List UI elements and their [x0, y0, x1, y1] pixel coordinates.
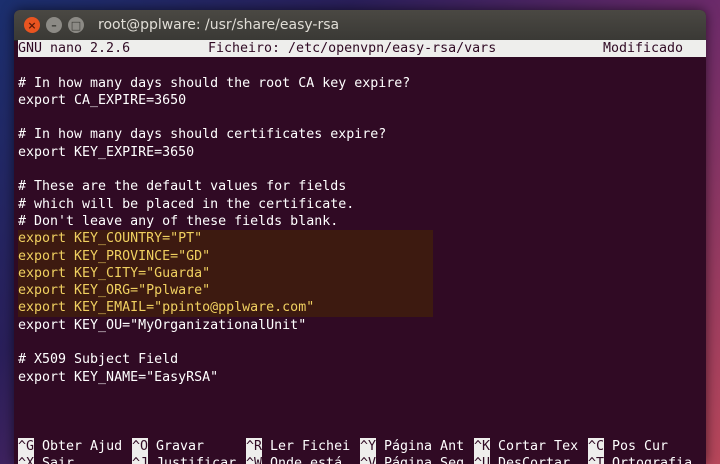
shortcut-label: Cortar Tex [490, 438, 579, 454]
terminal-content[interactable]: GNU nano 2.2.6 Ficheiro: /etc/openvpn/ea… [18, 40, 706, 464]
text-line [18, 334, 706, 351]
text-line: # In how many days should the root CA ke… [18, 75, 411, 91]
shortcut-save[interactable]: ^O Gravar [132, 437, 246, 456]
shortcut-label: Página Ant [376, 438, 465, 454]
shortcut-prev-page[interactable]: ^Y Página Ant [360, 437, 474, 456]
nano-version: GNU nano 2.2.6 [18, 41, 131, 56]
text-line [18, 57, 706, 74]
shortcut-key: ^J [132, 455, 149, 464]
shortcut-row-2: ^X Sair ^J Justificar ^W Onde está ^V Pá… [18, 455, 706, 464]
shortcut-label: Sair [34, 456, 75, 464]
shortcut-exit[interactable]: ^X Sair [18, 455, 132, 464]
shortcut-row-1: ^G Obter Ajud ^O Gravar ^R Ler Fichei ^Y… [18, 437, 706, 456]
text-line [18, 421, 706, 438]
shortcut-label: Ler Fichei [262, 438, 351, 454]
shortcut-where-is[interactable]: ^W Onde está [246, 455, 360, 464]
shortcut-next-page[interactable]: ^V Página Seg [360, 455, 474, 464]
text-line: # In how many days should certificates e… [18, 127, 387, 143]
highlighted-line: export KEY_CITY="Guarda" [18, 264, 433, 283]
highlighted-line: export KEY_EMAIL="ppinto@pplware.com" [18, 299, 433, 317]
nano-header: GNU nano 2.2.6 Ficheiro: /etc/openvpn/ea… [18, 40, 706, 58]
text-line: export CA_EXPIRE=3650 [18, 92, 187, 108]
text-line: export KEY_NAME="EasyRSA" [18, 369, 219, 385]
highlighted-line: export KEY_PROVINCE="GD" [18, 247, 433, 265]
nano-status: Modificado [603, 41, 684, 56]
shortcut-label: Página Seg [376, 456, 465, 464]
shortcut-key: ^T [588, 455, 605, 464]
nano-filename: Ficheiro: /etc/openvpn/easy-rsa/vars [208, 41, 497, 56]
shortcut-key: ^V [360, 455, 377, 464]
shortcut-key: ^X [18, 455, 35, 464]
shortcut-label: Pos Cur [604, 438, 669, 454]
shortcut-uncut[interactable]: ^U DesCortar [474, 455, 588, 464]
shortcut-label: Onde está [262, 456, 343, 464]
shortcut-key: ^R [246, 437, 263, 456]
shortcut-label: Gravar [148, 438, 205, 454]
highlighted-line: export KEY_ORG="Pplware" [18, 282, 433, 300]
shortcut-cursor-pos[interactable]: ^C Pos Cur [588, 437, 702, 456]
text-line [18, 403, 706, 420]
highlighted-line: export KEY_COUNTRY="PT" [18, 230, 433, 248]
text-line [18, 109, 706, 126]
window-title: root@pplware: /usr/share/easy-rsa [98, 17, 340, 33]
shortcut-get-help[interactable]: ^G Obter Ajud [18, 437, 132, 456]
shortcut-key: ^U [474, 455, 491, 464]
text-line: export KEY_EXPIRE=3650 [18, 144, 195, 160]
text-line: # which will be placed in the certificat… [18, 196, 355, 212]
shortcut-label: Ortografia [604, 456, 693, 464]
shortcut-key: ^C [588, 437, 605, 456]
shortcut-key: ^K [474, 437, 491, 456]
close-icon[interactable]: × [24, 17, 40, 33]
text-line [18, 386, 706, 403]
shortcut-key: ^O [132, 437, 149, 456]
shortcut-key: ^W [246, 455, 263, 464]
text-line: # These are the default values for field… [18, 179, 347, 195]
shortcut-label: Obter Ajud [34, 438, 123, 454]
maximize-icon[interactable]: □ [68, 17, 84, 33]
shortcut-key: ^Y [360, 437, 377, 456]
shortcut-cut-text[interactable]: ^K Cortar Tex [474, 437, 588, 456]
text-line [18, 161, 706, 178]
text-line: # X509 Subject Field [18, 352, 179, 368]
terminal-window: × – □ root@pplware: /usr/share/easy-rsa … [14, 10, 706, 464]
shortcut-key: ^G [18, 437, 35, 456]
text-line: # Don't leave any of these fields blank. [18, 213, 339, 229]
minimize-icon[interactable]: – [46, 17, 62, 33]
shortcut-label: Justificar [148, 456, 237, 464]
shortcut-justify[interactable]: ^J Justificar [132, 455, 246, 464]
title-bar: × – □ root@pplware: /usr/share/easy-rsa [14, 10, 706, 41]
shortcut-read-file[interactable]: ^R Ler Fichei [246, 437, 360, 456]
text-line: export KEY_OU="MyOrganizationalUnit" [18, 317, 307, 333]
shortcut-spell-check[interactable]: ^T Ortografia [588, 455, 702, 464]
shortcut-label: DesCortar [490, 456, 571, 464]
